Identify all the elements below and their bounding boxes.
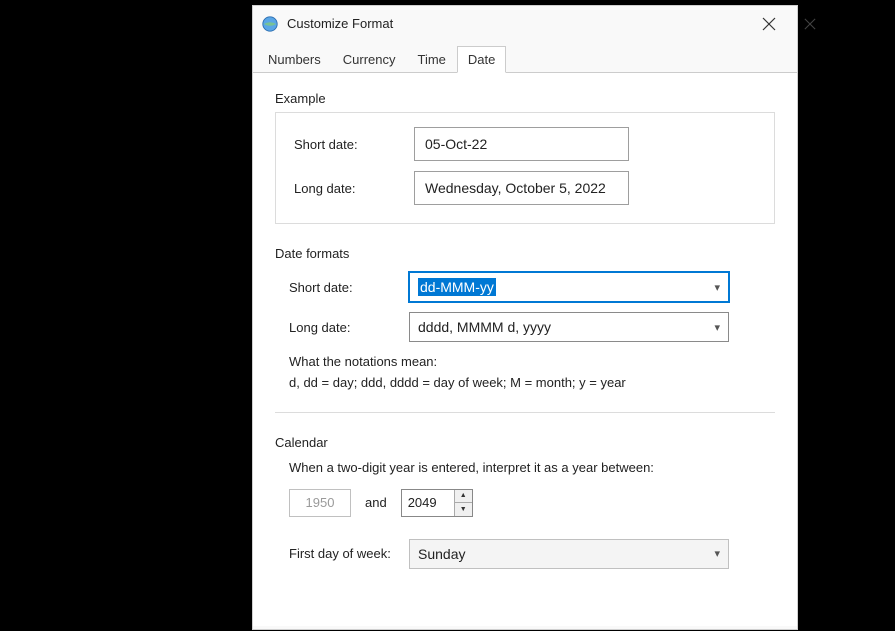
first-day-of-week-value: Sunday — [418, 546, 465, 562]
and-label: and — [365, 495, 387, 510]
example-group: Short date: 05-Oct-22 Long date: Wednesd… — [275, 112, 775, 224]
titlebar: Customize Format — [253, 6, 797, 41]
year-from-box: 1950 — [289, 489, 351, 517]
tab-time[interactable]: Time — [407, 46, 457, 73]
example-long-date-value: Wednesday, October 5, 2022 — [414, 171, 629, 205]
tab-currency[interactable]: Currency — [332, 46, 407, 73]
background-close-icon — [800, 14, 820, 34]
format-short-date-label: Short date: — [289, 280, 409, 295]
example-heading: Example — [275, 91, 775, 106]
format-long-date-label: Long date: — [289, 320, 409, 335]
first-day-of-week-label: First day of week: — [289, 546, 409, 561]
year-to-spinner[interactable]: 2049 ▲ ▼ — [401, 489, 473, 517]
example-short-date-value: 05-Oct-22 — [414, 127, 629, 161]
date-formats-heading: Date formats — [275, 246, 775, 261]
example-short-date-label: Short date: — [294, 137, 414, 152]
calendar-heading: Calendar — [275, 435, 775, 450]
calendar-group: When a two-digit year is entered, interp… — [275, 456, 775, 569]
format-long-date-value: dddd, MMMM d, yyyy — [418, 319, 551, 335]
close-icon — [762, 17, 776, 31]
dialog-title: Customize Format — [287, 16, 749, 31]
tab-date[interactable]: Date — [457, 46, 506, 73]
first-day-of-week-combo[interactable]: Sunday ▾ — [409, 539, 729, 569]
format-long-date-combo[interactable]: dddd, MMMM d, yyyy ▾ — [409, 312, 729, 342]
chevron-down-icon: ▾ — [714, 547, 720, 560]
chevron-down-icon: ▾ — [714, 281, 720, 294]
chevron-down-icon: ▾ — [714, 321, 720, 334]
example-long-date-label: Long date: — [294, 181, 414, 196]
date-formats-group: Short date: dd-MMM-yy ▾ Long date: dddd,… — [275, 267, 775, 413]
spinner-down-button[interactable]: ▼ — [455, 503, 472, 516]
tab-strip: Numbers Currency Time Date — [253, 45, 797, 73]
close-button[interactable] — [749, 10, 789, 38]
two-digit-year-text: When a two-digit year is entered, interp… — [289, 460, 773, 475]
spinner-up-button[interactable]: ▲ — [455, 490, 472, 504]
notation-text: What the notations mean: d, dd = day; dd… — [289, 352, 773, 394]
date-tab-panel: Example Short date: 05-Oct-22 Long date:… — [253, 73, 797, 626]
region-globe-icon — [261, 15, 279, 33]
year-to-value: 2049 — [402, 490, 454, 516]
format-short-date-value: dd-MMM-yy — [418, 278, 496, 296]
customize-format-dialog: Customize Format Numbers Currency Time D… — [252, 5, 798, 630]
notation-title: What the notations mean: — [289, 352, 773, 373]
format-short-date-combo[interactable]: dd-MMM-yy ▾ — [409, 272, 729, 302]
tab-numbers[interactable]: Numbers — [257, 46, 332, 73]
notation-body: d, dd = day; ddd, dddd = day of week; M … — [289, 373, 773, 394]
